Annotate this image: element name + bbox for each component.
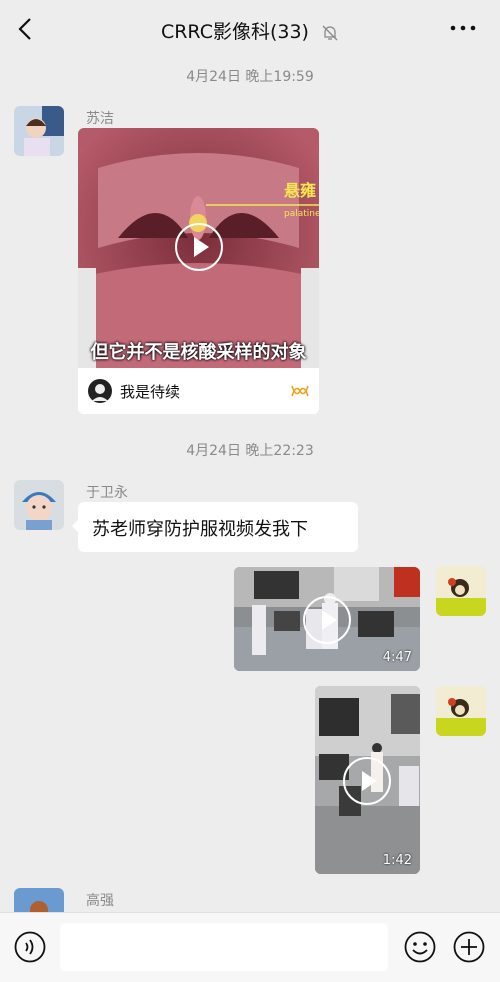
author-avatar — [88, 379, 112, 403]
plus-icon[interactable] — [453, 931, 485, 963]
video-message[interactable]: 1:42 — [315, 686, 420, 874]
video-duration: 4:47 — [382, 650, 412, 665]
play-icon[interactable] — [175, 223, 223, 271]
chat-title-text: CRRC影像科(33) — [160, 21, 309, 43]
voice-icon[interactable] — [14, 931, 46, 963]
video-duration: 1:42 — [382, 853, 412, 868]
input-bar — [0, 912, 500, 982]
play-icon[interactable] — [343, 757, 391, 805]
bell-muted-icon — [322, 25, 338, 40]
video-caption: 但它并不是核酸采样的对象 — [90, 342, 307, 363]
overlay-tag-cn: 悬雍 — [283, 181, 316, 200]
video-message[interactable]: 4:47 — [234, 567, 420, 671]
channels-icon — [291, 385, 309, 397]
bubble-tail — [72, 520, 78, 532]
emoji-icon[interactable] — [404, 931, 436, 963]
video-card[interactable]: 悬雍 palatine u 但它并不是核酸采样的对象 我是待续 — [78, 128, 319, 414]
message-bubble[interactable]: 苏老师穿防护服视频发我下 — [72, 502, 358, 552]
sender-name: 高强 — [86, 893, 114, 909]
chat-title: CRRC影像科(33) — [0, 17, 500, 44]
message-input[interactable] — [60, 923, 388, 971]
timestamp: 4月24日 晚上22:23 — [186, 443, 314, 459]
avatar[interactable] — [14, 888, 64, 912]
card-footer: 我是待续 — [78, 368, 319, 414]
sender-name: 苏洁 — [86, 111, 114, 127]
video-thumbnail: 悬雍 palatine u 但它并不是核酸采样的对象 — [78, 128, 319, 368]
author-name: 我是待续 — [120, 383, 181, 401]
avatar[interactable] — [436, 686, 486, 736]
avatar[interactable] — [436, 566, 486, 616]
timestamp: 4月24日 晚上19:59 — [186, 69, 314, 85]
more-dots-icon[interactable] — [448, 16, 478, 40]
avatar[interactable] — [14, 480, 64, 530]
message-text: 苏老师穿防护服视频发我下 — [92, 519, 308, 540]
overlay-tag-en: palatine u — [284, 209, 319, 219]
play-icon[interactable] — [303, 596, 351, 644]
avatar[interactable] — [14, 106, 64, 156]
sender-name: 于卫永 — [86, 485, 128, 501]
chat-header: CRRC影像科(33) — [0, 0, 500, 58]
